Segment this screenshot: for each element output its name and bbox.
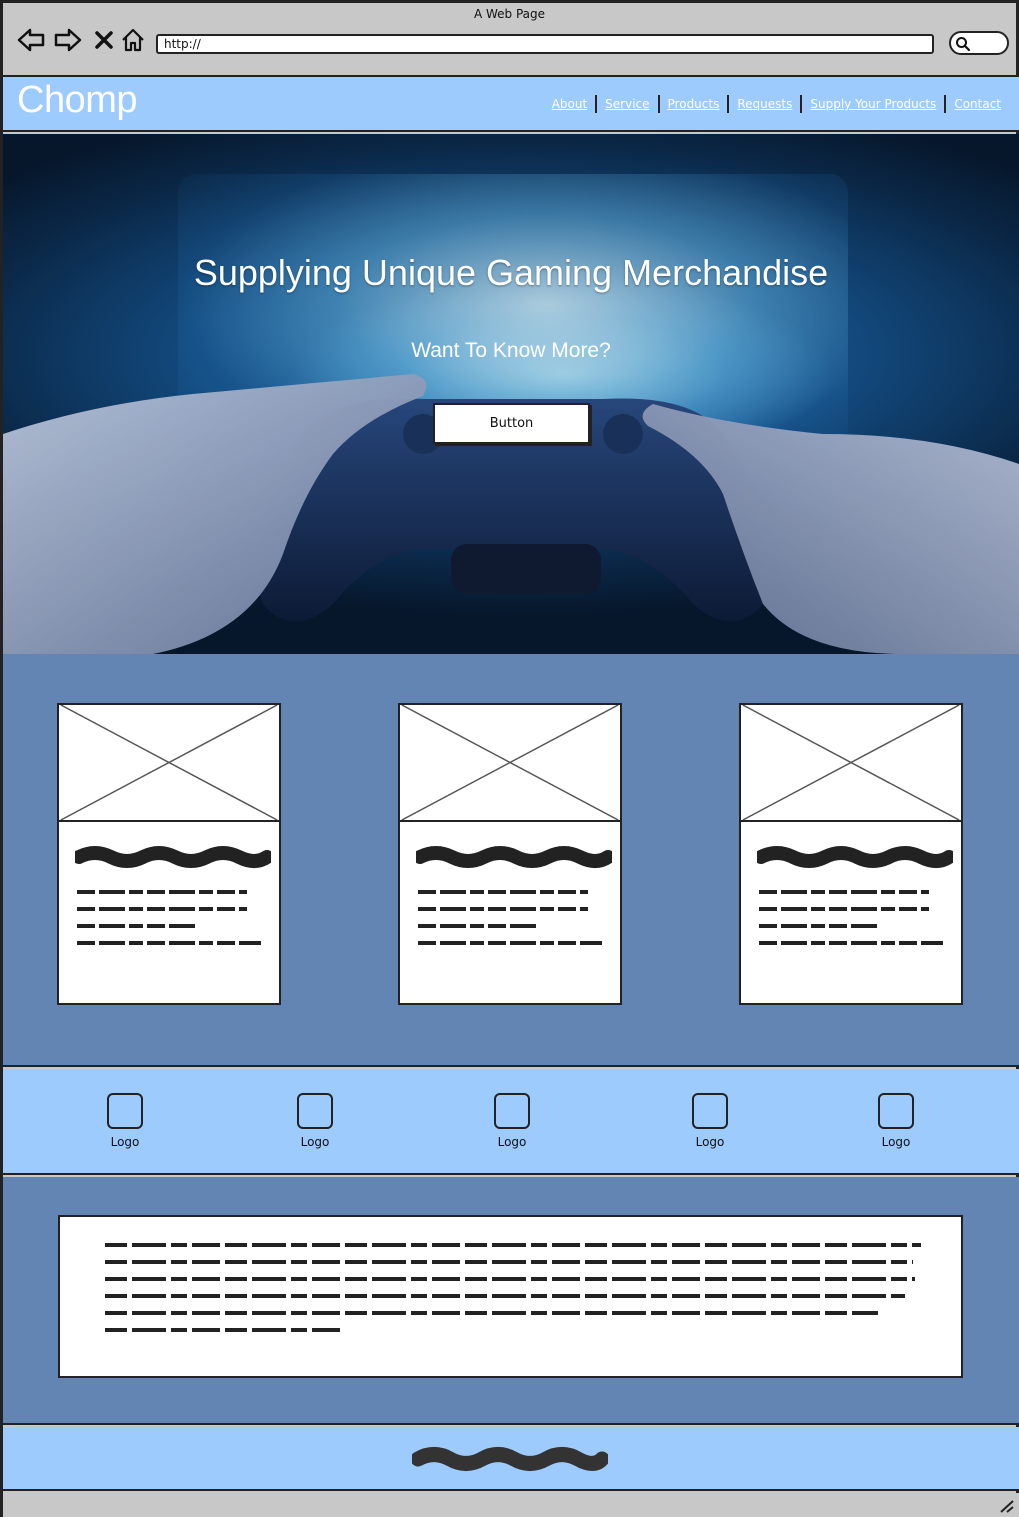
logo-label: Logo	[881, 1135, 911, 1149]
browser-toolbar: A Web Page http://	[3, 3, 1016, 73]
nav-supply-your-products[interactable]: Supply Your Products	[802, 97, 944, 111]
browser-search-field[interactable]	[949, 31, 1009, 55]
site-footer	[3, 1427, 1019, 1491]
logo-icon	[692, 1093, 728, 1129]
logo-label: Logo	[110, 1135, 140, 1149]
main-nav: About Service Products Requests Supply Y…	[544, 95, 1009, 113]
footer-scribble	[412, 1447, 608, 1471]
site-logo[interactable]: Chomp	[17, 79, 138, 122]
partner-logo[interactable]: Logo	[680, 1093, 740, 1149]
controller-hands-image	[3, 134, 1019, 654]
paragraph-box	[58, 1215, 963, 1378]
logo-label: Logo	[300, 1135, 330, 1149]
nav-products[interactable]: Products	[660, 97, 728, 111]
browser-window: A Web Page http:// Chomp About Service P…	[0, 0, 1019, 1517]
partner-logo[interactable]: Logo	[482, 1093, 542, 1149]
logo-icon	[494, 1093, 530, 1129]
browser-statusbar	[3, 1493, 1019, 1517]
feature-cards-section	[3, 654, 1019, 1067]
card-text-scribble	[77, 890, 261, 945]
partner-logo[interactable]: Logo	[95, 1093, 155, 1149]
image-placeholder-icon	[400, 705, 620, 822]
hero-subtitle: Want To Know More?	[411, 339, 611, 362]
partner-logos-strip: Logo Logo Logo Logo Logo	[3, 1069, 1019, 1175]
partner-logo[interactable]: Logo	[285, 1093, 345, 1149]
hero-title: Supplying Unique Gaming Merchandise	[193, 252, 829, 293]
back-icon[interactable]	[16, 25, 46, 55]
feature-card[interactable]	[57, 703, 281, 1005]
card-heading-scribble	[75, 846, 271, 868]
window-title: A Web Page	[473, 7, 546, 21]
image-placeholder-icon	[741, 705, 961, 822]
site-header: Chomp About Service Products Requests Su…	[3, 75, 1019, 132]
hero-banner: Supplying Unique Gaming Merchandise Want…	[3, 134, 1019, 654]
url-input[interactable]: http://	[156, 34, 934, 54]
about-text-section	[3, 1177, 1019, 1425]
logo-icon	[878, 1093, 914, 1129]
logo-icon	[107, 1093, 143, 1129]
nav-about[interactable]: About	[544, 97, 595, 111]
paragraph-scribble	[105, 1243, 921, 1332]
search-icon	[956, 37, 971, 52]
forward-icon[interactable]	[53, 25, 83, 55]
feature-card[interactable]	[398, 703, 622, 1005]
resize-grip-icon[interactable]	[999, 1499, 1015, 1513]
nav-requests[interactable]: Requests	[729, 97, 800, 111]
close-icon[interactable]	[89, 25, 119, 55]
logo-icon	[297, 1093, 333, 1129]
home-icon[interactable]	[118, 25, 148, 55]
partner-logo[interactable]: Logo	[866, 1093, 926, 1149]
card-text-scribble	[418, 890, 602, 945]
hero-cta-button[interactable]: Button	[433, 403, 590, 444]
card-heading-scribble	[757, 846, 953, 868]
feature-card[interactable]	[739, 703, 963, 1005]
nav-contact[interactable]: Contact	[946, 97, 1009, 111]
nav-service[interactable]: Service	[597, 97, 657, 111]
card-text-scribble	[759, 890, 943, 945]
card-heading-scribble	[416, 846, 612, 868]
image-placeholder-icon	[59, 705, 279, 822]
logo-label: Logo	[497, 1135, 527, 1149]
logo-label: Logo	[695, 1135, 725, 1149]
